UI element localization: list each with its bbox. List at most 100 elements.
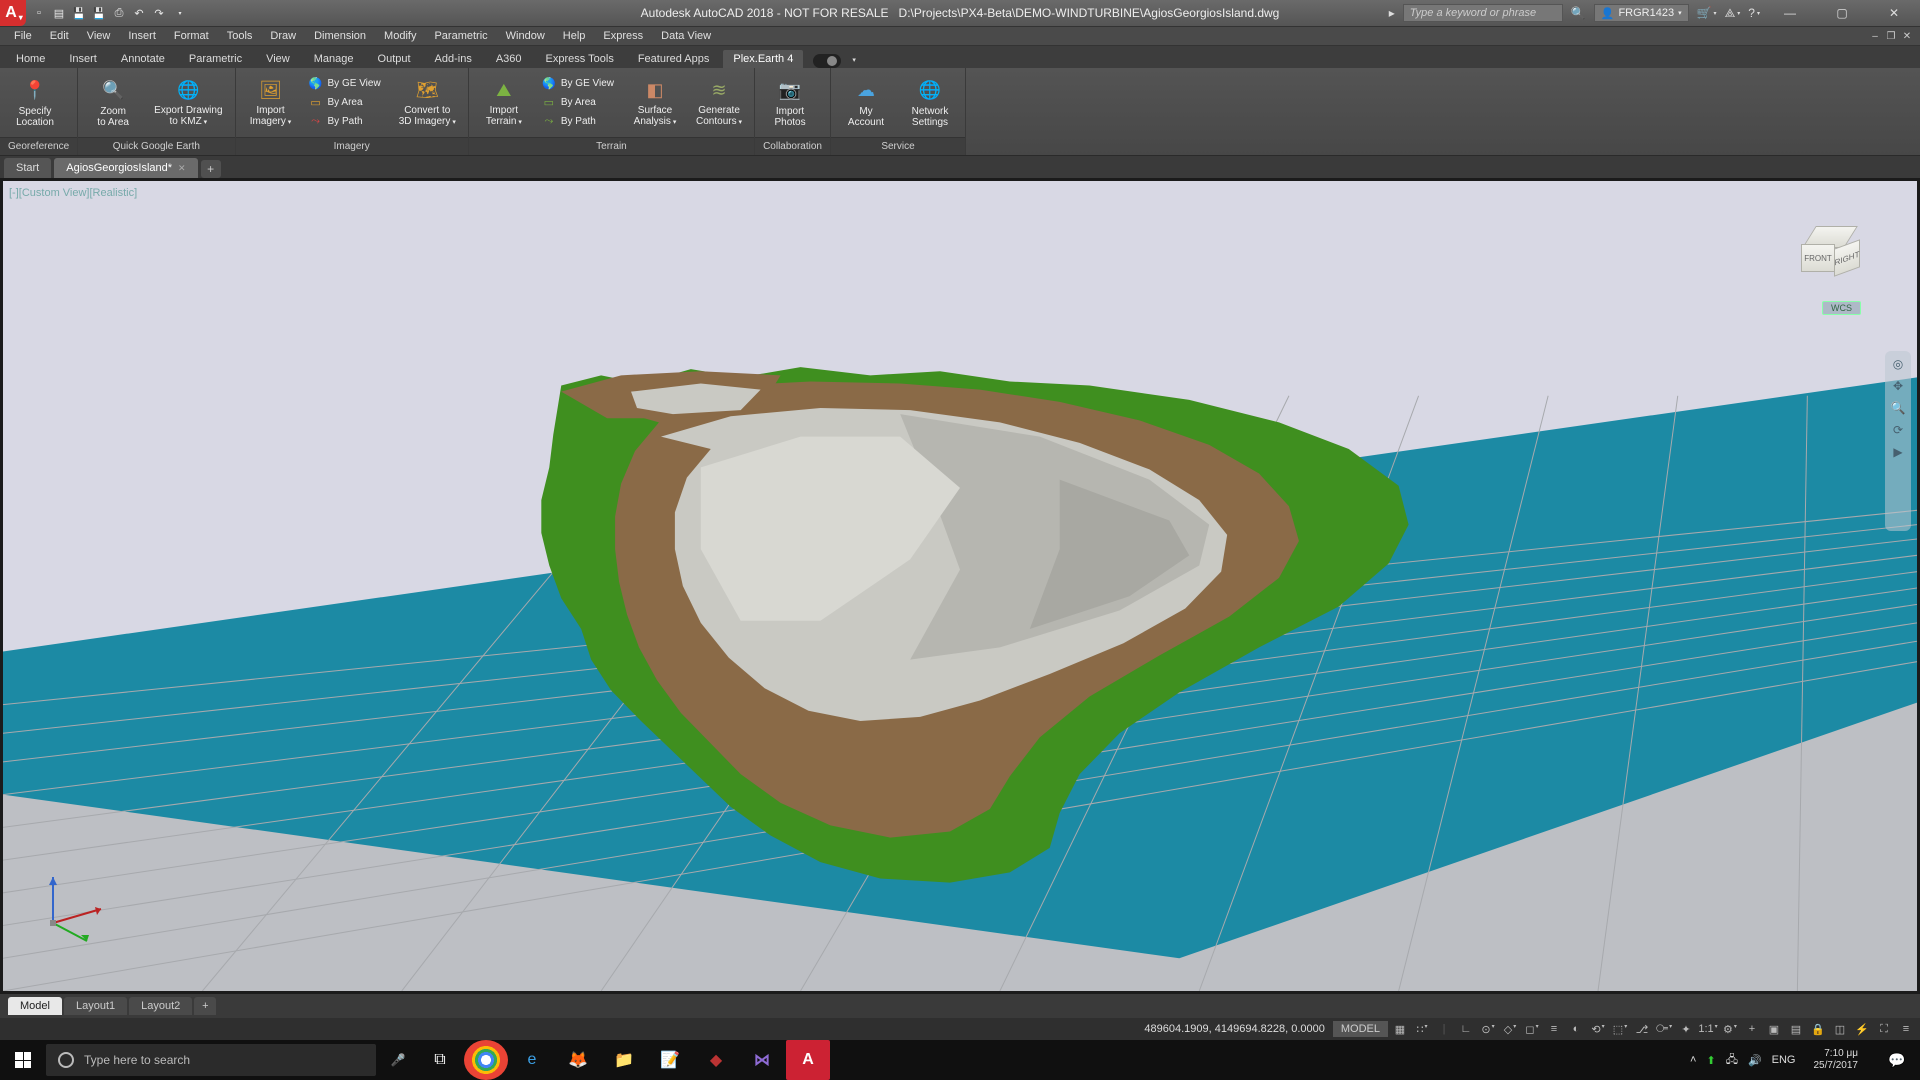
cycling-icon[interactable]: ⟲ <box>1590 1023 1606 1036</box>
tab-plexearth[interactable]: Plex.Earth 4 <box>723 50 803 68</box>
help-icon[interactable]: ? <box>1748 6 1760 20</box>
tray-network-icon[interactable]: 🖧 <box>1726 1051 1738 1070</box>
layout-add-button[interactable]: + <box>194 997 216 1015</box>
zoom-to-area-button[interactable]: 🔍 Zoom to Area <box>84 76 142 130</box>
polar-toggle-icon[interactable]: ⊙ <box>1480 1023 1496 1036</box>
tab-view[interactable]: View <box>256 50 300 68</box>
tab-output[interactable]: Output <box>368 50 421 68</box>
taskbar-firefox-icon[interactable]: 🦊 <box>556 1040 600 1080</box>
network-settings-button[interactable]: 🌐 Network Settings <box>901 76 959 130</box>
qat-save-icon[interactable]: 💾 <box>72 6 86 20</box>
nav-wheel-icon[interactable]: ◎ <box>1893 357 1903 371</box>
status-modelspace-button[interactable]: MODEL <box>1333 1021 1388 1037</box>
import-photos-button[interactable]: 📷 Import Photos <box>761 76 819 130</box>
signin-user-button[interactable]: 👤 FRGR1423 ▾ <box>1594 4 1689 22</box>
convert-3d-imagery-button[interactable]: 🗺 Convert to 3D Imagery <box>393 75 462 130</box>
nav-pan-icon[interactable]: ✥ <box>1893 379 1903 393</box>
coordinates-readout[interactable]: 489604.1909, 4149694.8228, 0.0000 <box>1144 1023 1332 1035</box>
export-kmz-button[interactable]: 🌐 Export Drawing to KMZ <box>148 75 228 130</box>
lockui-icon[interactable]: 🔒 <box>1810 1023 1826 1036</box>
qat-customize-icon[interactable] <box>172 6 186 20</box>
tab-manage[interactable]: Manage <box>304 50 364 68</box>
qat-new-icon[interactable]: ▫ <box>32 6 46 20</box>
lineweight-icon[interactable]: ≡ <box>1546 1023 1562 1036</box>
tab-featured[interactable]: Featured Apps <box>628 50 720 68</box>
taskbar-autocad-icon[interactable]: A <box>786 1040 830 1080</box>
close-tab-icon[interactable]: ✕ <box>178 163 186 174</box>
terrain-by-path-button[interactable]: ⤳By Path <box>539 113 616 131</box>
imagery-by-path-button[interactable]: ⤳By Path <box>306 113 383 131</box>
menu-tools[interactable]: Tools <box>219 28 261 44</box>
tray-volume-icon[interactable]: 🔊 <box>1748 1054 1762 1067</box>
qat-open-icon[interactable]: ▤ <box>52 6 66 20</box>
workspace-icon[interactable]: ⚙ <box>1722 1023 1738 1036</box>
taskview-icon[interactable]: ⧉ <box>418 1040 462 1080</box>
tray-language[interactable]: ENG <box>1772 1054 1796 1066</box>
maximize-button[interactable]: ▢ <box>1820 0 1864 26</box>
nav-orbit-icon[interactable]: ⟳ <box>1893 423 1903 437</box>
taskbar-edge-icon[interactable]: e <box>510 1040 554 1080</box>
customize-status-icon[interactable]: ≡ <box>1898 1023 1914 1036</box>
menu-insert[interactable]: Insert <box>120 28 164 44</box>
menu-express[interactable]: Express <box>595 28 651 44</box>
navigation-bar[interactable]: ◎ ✥ 🔍 ⟳ ▶ <box>1885 351 1911 531</box>
osnap-toggle-icon[interactable]: ◻ <box>1524 1023 1540 1036</box>
3dosnap-icon[interactable]: ⬚ <box>1612 1023 1628 1036</box>
viewcube[interactable]: FRONT RIGHT <box>1783 205 1873 295</box>
grid-toggle-icon[interactable]: ▦ <box>1392 1023 1408 1036</box>
start-button[interactable] <box>0 1040 46 1080</box>
nav-showmotion-icon[interactable]: ▶ <box>1893 445 1902 459</box>
mic-icon[interactable]: 🎤 <box>382 1053 414 1067</box>
menu-parametric[interactable]: Parametric <box>426 28 495 44</box>
taskbar-visualstudio-icon[interactable]: ⋈ <box>740 1040 784 1080</box>
doc-restore-icon[interactable]: ❐ <box>1884 29 1898 43</box>
menu-modify[interactable]: Modify <box>376 28 424 44</box>
imagery-by-area-button[interactable]: ▭By Area <box>306 94 383 112</box>
filter-icon[interactable]: ⧃ <box>1656 1023 1672 1036</box>
snap-toggle-icon[interactable]: ∷ <box>1414 1023 1430 1036</box>
ortho-toggle-icon[interactable]: ∟ <box>1458 1023 1474 1036</box>
tray-sync-icon[interactable]: ⬆ <box>1706 1054 1715 1067</box>
taskbar-chrome-icon[interactable] <box>464 1040 508 1080</box>
dynucs-icon[interactable]: ⎇ <box>1634 1023 1650 1036</box>
app-menu-button[interactable]: A <box>0 0 26 26</box>
menu-draw[interactable]: Draw <box>262 28 304 44</box>
annomonitor-icon[interactable]: + <box>1744 1023 1760 1036</box>
tab-express[interactable]: Express Tools <box>536 50 624 68</box>
cleanscreen-icon[interactable]: ⛶ <box>1876 1023 1892 1036</box>
tab-home[interactable]: Home <box>6 50 55 68</box>
isolate-icon[interactable]: ◫ <box>1832 1023 1848 1036</box>
units-icon[interactable]: ▣ <box>1766 1023 1782 1036</box>
menu-dimension[interactable]: Dimension <box>306 28 374 44</box>
action-center-icon[interactable]: 💬 <box>1876 1040 1918 1080</box>
doc-tab-file[interactable]: AgiosGeorgiosIsland*✕ <box>54 158 197 178</box>
minimize-button[interactable]: — <box>1768 0 1812 26</box>
tab-annotate[interactable]: Annotate <box>111 50 175 68</box>
new-tab-button[interactable]: + <box>201 160 221 178</box>
menu-edit[interactable]: Edit <box>42 28 77 44</box>
qat-redo-icon[interactable]: ↷ <box>152 6 166 20</box>
viewport-controls[interactable]: [-][Custom View][Realistic] <box>9 187 137 199</box>
wcs-badge[interactable]: WCS <box>1822 301 1861 315</box>
tab-insert[interactable]: Insert <box>59 50 107 68</box>
hwaccel-icon[interactable]: ⚡ <box>1854 1023 1870 1036</box>
gizmo-icon[interactable]: ✦ <box>1678 1023 1694 1036</box>
doc-close-icon[interactable]: ✕ <box>1900 29 1914 43</box>
import-terrain-button[interactable]: ⛰ Import Terrain <box>475 75 533 130</box>
help-search-input[interactable]: Type a keyword or phrase <box>1403 4 1563 22</box>
terrain-by-ge-button[interactable]: 🌎By GE View <box>539 75 616 93</box>
drawing-viewport[interactable]: [-][Custom View][Realistic] <box>0 178 1920 994</box>
terrain-by-area-button[interactable]: ▭By Area <box>539 94 616 112</box>
exchange-apps-icon[interactable]: 🛒 <box>1697 6 1717 20</box>
my-account-button[interactable]: ☁ My Account <box>837 76 895 130</box>
tab-a360[interactable]: A360 <box>486 50 532 68</box>
ribbon-minimize-icon[interactable] <box>845 50 860 68</box>
layout-tab-1[interactable]: Layout1 <box>64 997 127 1015</box>
import-imagery-button[interactable]: 🖼 Import Imagery <box>242 75 300 130</box>
taskbar-search-input[interactable]: Type here to search <box>46 1044 376 1076</box>
close-button[interactable]: ✕ <box>1872 0 1916 26</box>
taskbar-explorer-icon[interactable]: 📁 <box>602 1040 646 1080</box>
layout-tab-model[interactable]: Model <box>8 997 62 1015</box>
imagery-by-ge-button[interactable]: 🌎By GE View <box>306 75 383 93</box>
menu-help[interactable]: Help <box>555 28 594 44</box>
